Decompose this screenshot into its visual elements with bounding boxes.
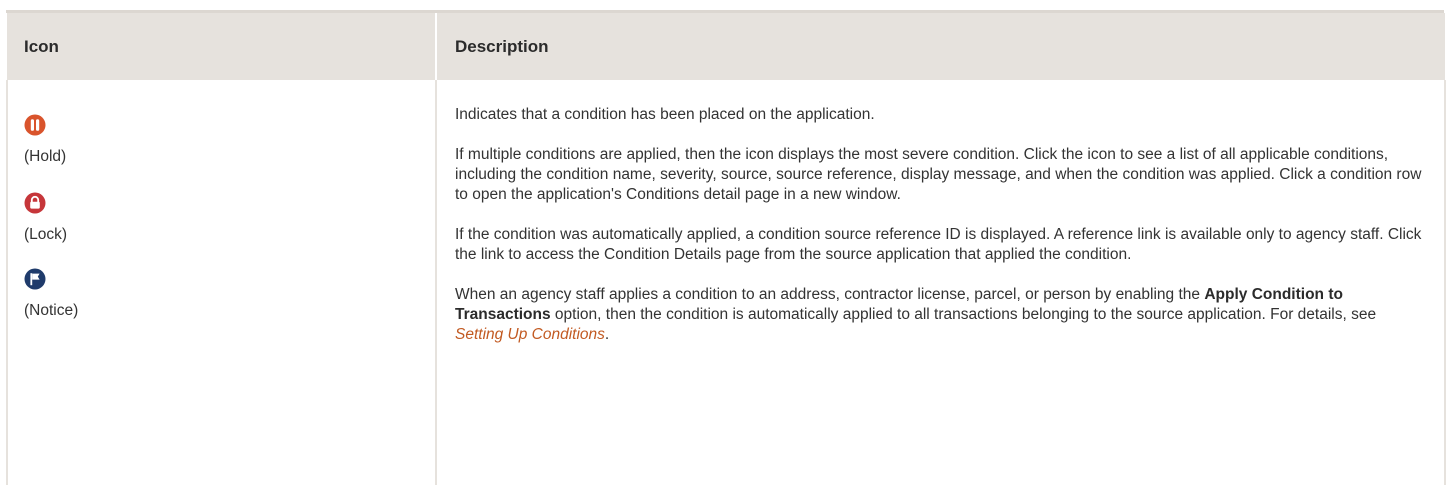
icon-item-notice: (Notice): [24, 268, 435, 321]
header-icon: Icon: [7, 13, 437, 80]
description-cell: Indicates that a condition has been plac…: [436, 80, 1446, 485]
icon-item-hold: (Hold): [24, 114, 435, 167]
table-row: (Hold) (Lock) (Notice) Indicates that a …: [6, 80, 1446, 485]
description-paragraph-1: Indicates that a condition has been plac…: [455, 106, 875, 123]
paragraph-4-text-end: .: [604, 326, 610, 343]
table-header-row: Icon Description: [7, 13, 1445, 80]
notice-icon: [24, 268, 46, 290]
icon-item-lock: (Lock): [24, 192, 435, 245]
icon-label-hold: (Hold): [24, 148, 67, 165]
header-description: Description: [436, 13, 1445, 80]
icon-label-lock: (Lock): [24, 226, 68, 243]
icon-label-notice: (Notice): [24, 302, 79, 319]
icon-cell: (Hold) (Lock) (Notice): [6, 80, 437, 485]
description-paragraph-4: When an agency staff applies a condition…: [455, 285, 1424, 345]
paragraph-4-text-middle: option, then the condition is automatica…: [550, 306, 1377, 323]
description-paragraph-2: If multiple conditions are applied, then…: [455, 146, 1422, 203]
icon-description-table: Icon Description (Hold) (Lock) (Notice) …: [6, 13, 1446, 485]
description-paragraph-3: If the condition was automatically appli…: [455, 226, 1422, 263]
lock-icon: [24, 192, 46, 214]
paragraph-4-text-start: When an agency staff applies a condition…: [455, 286, 1205, 303]
hold-icon: [24, 114, 46, 136]
setting-up-conditions-link[interactable]: Setting Up Conditions: [455, 326, 605, 343]
document-page: Icon Description (Hold) (Lock) (Notice) …: [0, 0, 1450, 485]
